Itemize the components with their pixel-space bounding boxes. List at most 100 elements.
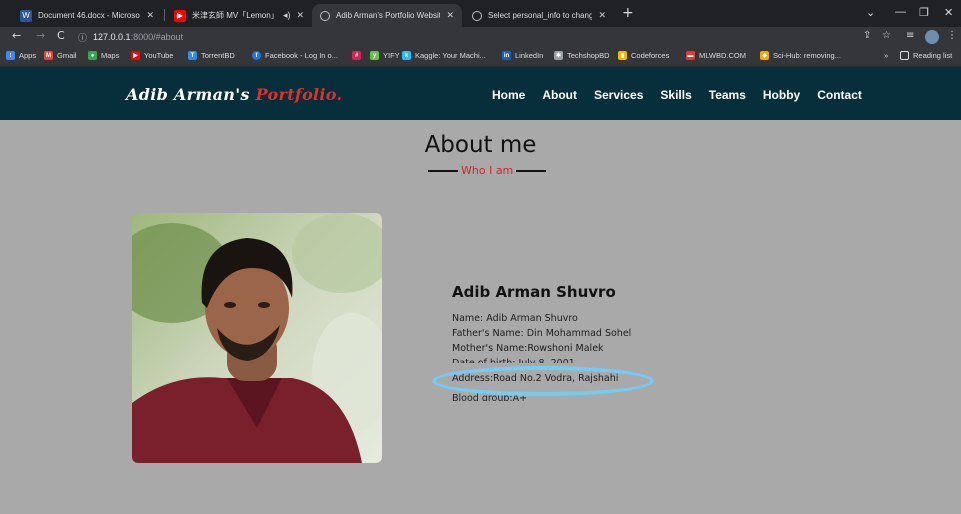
kaggle-icon: k bbox=[402, 51, 411, 60]
reading-list-icon[interactable]: ≡ bbox=[906, 30, 914, 41]
facebook-icon: f bbox=[252, 51, 261, 60]
bookmark-item[interactable]: M Gmail bbox=[44, 51, 77, 60]
about-section: About me Who I am Adib Arman Shuvro Name… bbox=[0, 120, 961, 514]
nav-hobby[interactable]: Hobby bbox=[763, 88, 800, 102]
bookmark-label: TechshopBD bbox=[567, 51, 610, 60]
bookmark-item[interactable]: y YIFY bbox=[370, 51, 400, 60]
youtube-icon: ▶ bbox=[131, 51, 140, 60]
divider bbox=[428, 169, 458, 172]
maximize-icon[interactable]: ❐ bbox=[919, 6, 929, 19]
bookmark-label: Sci-Hub: removing... bbox=[773, 51, 841, 60]
close-icon[interactable]: ✕ bbox=[598, 10, 606, 21]
site-info-icon[interactable]: ⓘ bbox=[78, 31, 87, 44]
bookmark-item[interactable]: ▶ YouTube bbox=[131, 51, 173, 60]
bookmark-item[interactable]: ● Maps bbox=[88, 51, 119, 60]
detail-father: Father's Name: Din Mohammad Sohel bbox=[452, 328, 632, 339]
bookmark-item[interactable]: ◆ Sci-Hub: removing... bbox=[760, 51, 841, 60]
close-icon[interactable]: ✕ bbox=[146, 10, 154, 21]
url-host: 127.0.0.1 bbox=[93, 32, 131, 42]
new-tab-button[interactable]: + bbox=[622, 5, 634, 21]
bookmark-item[interactable]: in LinkedIn bbox=[502, 51, 543, 60]
profile-avatar[interactable] bbox=[925, 30, 939, 44]
reading-list-button[interactable]: Reading list bbox=[900, 51, 952, 60]
bookmark-star-icon[interactable]: ☆ bbox=[882, 30, 891, 41]
nav-teams[interactable]: Teams bbox=[709, 88, 746, 102]
nav-home[interactable]: Home bbox=[492, 88, 525, 102]
nav-about[interactable]: About bbox=[542, 88, 577, 102]
bookmark-label: Kaggle: Your Machi... bbox=[415, 51, 486, 60]
bookmark-item[interactable]: ✱ TechshopBD bbox=[554, 51, 610, 60]
globe-icon bbox=[320, 10, 330, 21]
maps-icon: ● bbox=[88, 51, 97, 60]
bookmark-item[interactable]: T TorrentBD bbox=[188, 51, 235, 60]
nav-services[interactable]: Services bbox=[594, 88, 643, 102]
tab-separator bbox=[164, 9, 165, 21]
tab-search-icon[interactable]: ⌄ bbox=[866, 6, 875, 19]
bookmark-label: Facebook - Log In o... bbox=[265, 51, 338, 60]
tab-label: Document 46.docx - Microsoft W bbox=[38, 11, 140, 20]
bookmark-item[interactable]: ▮ Codeforces bbox=[618, 51, 669, 60]
nav-contact[interactable]: Contact bbox=[817, 88, 862, 102]
tab-document[interactable]: W Document 46.docx - Microsoft W ✕ bbox=[12, 4, 162, 27]
forward-icon[interactable]: → bbox=[36, 29, 45, 42]
tab-portfolio[interactable]: Adib Arman's Portfolio Website ✕ bbox=[312, 4, 462, 27]
audio-icon[interactable]: ◂) bbox=[283, 10, 291, 21]
reload-icon[interactable]: C bbox=[57, 29, 65, 42]
tab-youtube[interactable]: ▶ 米津玄師 MV「Lemon」- You ◂) ✕ bbox=[166, 4, 312, 27]
minimize-icon[interactable]: — bbox=[895, 6, 906, 18]
bookmark-label: Codeforces bbox=[631, 51, 670, 60]
linkedin-icon: in bbox=[502, 51, 511, 60]
back-icon[interactable]: ← bbox=[12, 29, 21, 42]
divider bbox=[516, 169, 547, 172]
person-name: Adib Arman Shuvro bbox=[452, 283, 616, 301]
bookmark-label: Maps bbox=[101, 51, 120, 60]
codeforces-icon: ▮ bbox=[618, 51, 627, 60]
bookmark-item[interactable]: f Facebook - Log In o... bbox=[252, 51, 338, 60]
slack-icon: # bbox=[352, 51, 361, 60]
reading-list-label: Reading list bbox=[913, 51, 953, 60]
bookmarks-bar: ⁝ Apps M Gmail ● Maps ▶ YouTube T TorrentBD f… bbox=[0, 47, 961, 67]
detail-dob: Date of birth: July 8, 2001 bbox=[452, 356, 631, 363]
tab-label: 米津玄師 MV「Lemon」- You bbox=[192, 11, 277, 20]
url-path: :8000/#about bbox=[130, 32, 184, 42]
torrent-icon: T bbox=[188, 51, 197, 60]
bookmark-label: TorrentBD bbox=[201, 51, 235, 60]
mlwbd-icon: ▬ bbox=[686, 51, 695, 60]
more-bookmarks-button[interactable]: » bbox=[884, 51, 888, 60]
yify-icon: y bbox=[370, 51, 379, 60]
close-window-icon[interactable]: ✕ bbox=[944, 6, 953, 19]
browser-toolbar: ← → C ⓘ 127.0.0.1 :8000/#about ⇪ ☆ ≡ ⋮ bbox=[0, 27, 961, 47]
bookmark-label: YouTube bbox=[144, 51, 174, 60]
annotation-highlight-ellipse bbox=[432, 366, 654, 396]
bookmark-item[interactable]: ▬ MLWBD.COM bbox=[686, 51, 746, 60]
tab-admin[interactable]: Select personal_info to change | ✕ bbox=[464, 4, 614, 27]
techshop-icon: ✱ bbox=[554, 51, 563, 60]
menu-icon[interactable]: ⋮ bbox=[947, 30, 957, 41]
gmail-icon: M bbox=[44, 51, 53, 60]
bookmark-label: LinkedIn bbox=[515, 51, 544, 60]
profile-photo bbox=[132, 213, 382, 463]
apps-icon: ⁝ bbox=[6, 51, 15, 60]
scihub-icon: ◆ bbox=[760, 51, 769, 60]
site-logo[interactable]: Adib Arman's Portfolio. bbox=[126, 85, 342, 104]
close-icon[interactable]: ✕ bbox=[446, 10, 454, 21]
bookmark-item[interactable]: ⁝ Apps bbox=[6, 51, 36, 60]
word-icon: W bbox=[20, 9, 32, 22]
nav-skills[interactable]: Skills bbox=[660, 88, 691, 102]
tab-label: Adib Arman's Portfolio Website bbox=[336, 11, 441, 20]
section-title: About me bbox=[424, 132, 537, 158]
detail-mother: Mother's Name:Rowshoni Malek bbox=[452, 343, 604, 354]
address-bar[interactable]: ⓘ 127.0.0.1 :8000/#about bbox=[78, 28, 858, 46]
bookmark-label: Apps bbox=[19, 51, 37, 60]
youtube-icon: ▶ bbox=[174, 9, 186, 22]
profile-photo-image bbox=[132, 213, 382, 463]
subtitle-text: Who I am bbox=[461, 164, 514, 177]
browser-tabstrip: W Document 46.docx - Microsoft W ✕ ▶ 米津玄… bbox=[0, 0, 961, 27]
bookmark-label: YIFY bbox=[383, 51, 400, 60]
reading-list-icon bbox=[900, 51, 909, 60]
bookmark-item[interactable]: # bbox=[352, 51, 365, 60]
share-icon[interactable]: ⇪ bbox=[863, 30, 871, 41]
close-icon[interactable]: ✕ bbox=[296, 10, 304, 21]
main-nav: Home About Services Skills Teams Hobby C… bbox=[492, 88, 879, 102]
bookmark-item[interactable]: k Kaggle: Your Machi... bbox=[402, 51, 486, 60]
